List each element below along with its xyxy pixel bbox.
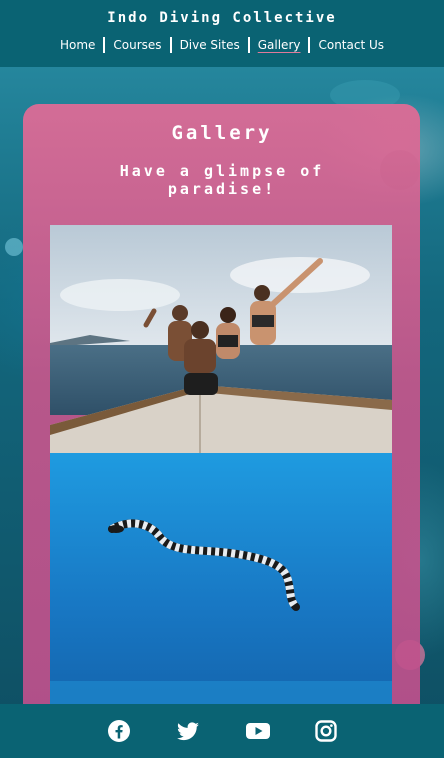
instagram-icon[interactable]: [314, 719, 338, 743]
facebook-icon[interactable]: [107, 719, 131, 743]
gallery-subtitle: Have a glimpse of paradise!: [119, 162, 325, 198]
nav-contact-us[interactable]: Contact Us: [310, 37, 392, 53]
main-nav: Home Courses Dive Sites Gallery Contact …: [52, 37, 392, 53]
nav-gallery[interactable]: Gallery: [250, 37, 309, 53]
background-bubble: [5, 238, 23, 256]
gallery-title: Gallery: [171, 122, 273, 144]
site-header: Indo Diving Collective Home Courses Dive…: [0, 0, 444, 67]
sea-snake-illustration: [50, 453, 392, 704]
gallery-photo-group-on-boat[interactable]: [50, 225, 392, 453]
group-photo-illustration: [50, 225, 392, 453]
nav-home[interactable]: Home: [52, 37, 103, 53]
youtube-icon[interactable]: [245, 719, 270, 743]
nav-dive-sites[interactable]: Dive Sites: [172, 37, 248, 53]
site-title: Indo Diving Collective: [107, 10, 337, 26]
site-footer: [0, 704, 444, 758]
nav-courses[interactable]: Courses: [105, 37, 169, 53]
twitter-icon[interactable]: [176, 719, 200, 743]
gallery-photo-sea-snake[interactable]: [50, 453, 392, 704]
